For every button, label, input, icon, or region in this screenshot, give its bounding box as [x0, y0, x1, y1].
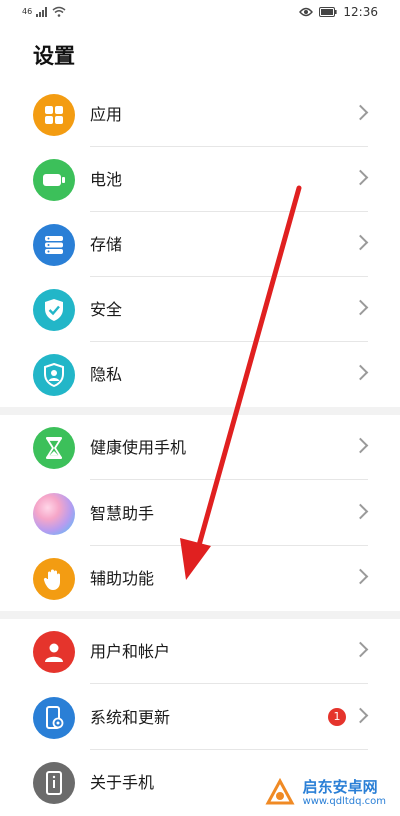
divider [90, 683, 368, 684]
divider [90, 479, 368, 480]
settings-item-label: 应用 [90, 105, 123, 124]
chevron-right-icon [352, 234, 369, 251]
settings-item-accessibility[interactable]: 辅助功能 [0, 546, 400, 611]
signal-icon [36, 6, 48, 17]
settings-item-label: 存储 [90, 235, 123, 254]
assistant-icon [33, 493, 75, 535]
status-time: 12:36 [343, 5, 378, 19]
privacy-icon [33, 354, 75, 396]
chevron-right-icon [352, 641, 369, 658]
group-separator [0, 611, 400, 619]
battery-icon [319, 7, 338, 17]
hand-icon [33, 558, 75, 600]
chevron-right-icon [352, 169, 369, 186]
apps-icon [33, 94, 75, 136]
settings-item-label: 电池 [90, 170, 123, 189]
status-right: 12:36 [299, 5, 378, 19]
user-icon [33, 631, 75, 673]
settings-item-label: 用户和帐户 [90, 642, 171, 661]
settings-item-users-accounts[interactable]: 用户和帐户 [0, 619, 400, 684]
status-left: 46 [22, 6, 66, 17]
settings-item-smart-assistant[interactable]: 智慧助手 [0, 481, 400, 546]
phone-settings-icon [33, 697, 75, 739]
settings-item-label: 系统和更新 [90, 708, 171, 727]
eye-icon [299, 7, 314, 17]
watermark-logo-icon [262, 776, 297, 810]
watermark-text: 启东安卓网 www.qdltdq.com [303, 779, 386, 807]
shield-check-icon [33, 289, 75, 331]
settings-item-digital-balance[interactable]: 健康使用手机 [0, 415, 400, 480]
chevron-right-icon [352, 503, 369, 520]
status-bar: 46 12:36 [0, 0, 400, 26]
page-title: 设置 [33, 44, 75, 68]
settings-item-storage[interactable]: 存储 [0, 212, 400, 277]
phone-info-icon [33, 762, 75, 804]
settings-item-label: 安全 [90, 300, 123, 319]
settings-item-label: 辅助功能 [90, 569, 155, 588]
settings-item-label: 健康使用手机 [90, 438, 187, 457]
chevron-right-icon [352, 104, 369, 121]
settings-item-system-update[interactable]: 系统和更新 1 [0, 685, 400, 750]
storage-icon [33, 224, 75, 266]
wifi-icon [52, 6, 66, 17]
signal-strength-text: 46 [22, 7, 33, 16]
settings-item-label: 关于手机 [90, 773, 155, 792]
chevron-right-icon [352, 568, 369, 585]
settings-item-apps[interactable]: 应用 [0, 82, 400, 147]
watermark-url: www.qdltdq.com [302, 795, 386, 807]
chevron-right-icon [352, 364, 369, 381]
notification-badge: 1 [328, 708, 346, 726]
settings-item-privacy[interactable]: 隐私 [0, 342, 400, 407]
chevron-right-icon [352, 299, 369, 316]
settings-item-battery[interactable]: 电池 [0, 147, 400, 212]
settings-item-label: 智慧助手 [90, 504, 155, 523]
battery-icon [33, 159, 75, 201]
settings-item-security[interactable]: 安全 [0, 277, 400, 342]
group-separator [0, 407, 400, 415]
chevron-right-icon [352, 707, 369, 724]
watermark-title: 启东安卓网 [302, 778, 378, 797]
hourglass-icon [33, 427, 75, 469]
watermark: 启东安卓网 www.qdltdq.com [262, 776, 386, 810]
settings-item-label: 隐私 [90, 365, 123, 384]
chevron-right-icon [352, 437, 369, 454]
